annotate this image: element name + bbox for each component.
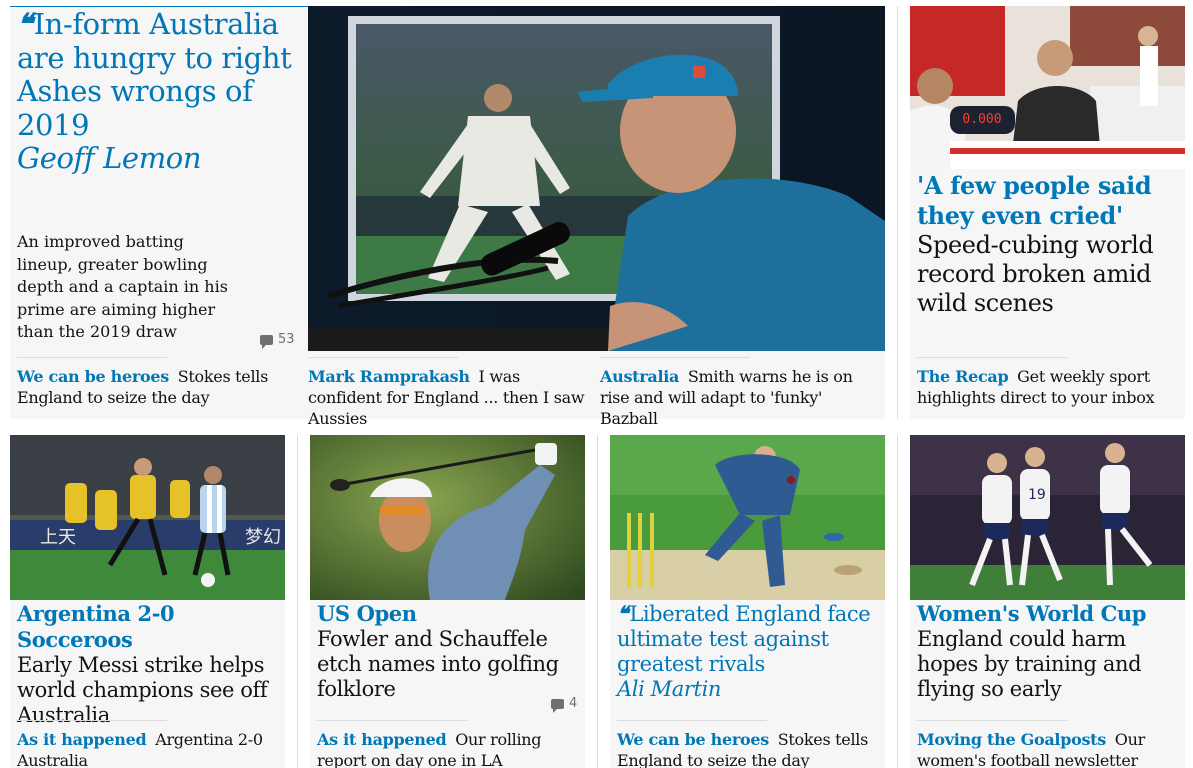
england-comment-byline[interactable]: Ali Martin — [617, 677, 721, 701]
related-kicker-1: We can be heroes — [17, 367, 169, 386]
lead-comment-number: 53 — [278, 332, 295, 347]
quote-icon: ❝ — [617, 601, 628, 626]
argentina-story-card[interactable]: 上天 梦幻 Argentina 2-0 Socceroos Early Mess… — [10, 435, 285, 768]
womens-world-cup-sub-kicker: Moving the Goalposts — [917, 730, 1106, 749]
womens-world-cup-headline[interactable]: Women's World Cup England could harm hop… — [917, 601, 1182, 702]
england-comment-headline[interactable]: ❝ Liberated England face ultimate test ag… — [617, 601, 882, 702]
lead-standfirst: An improved batting lineup, greater bowl… — [17, 232, 228, 341]
column-divider — [897, 6, 898, 419]
england-comment-headline-text: Liberated England face ultimate test aga… — [617, 602, 871, 676]
us-open-kicker: US Open — [317, 601, 417, 626]
column-divider — [597, 435, 598, 768]
womens-world-cup-kicker: Women's World Cup — [917, 601, 1147, 626]
quote-icon: ❝ — [17, 7, 33, 41]
related-link-1[interactable]: We can be heroes Stokes tells England to… — [17, 357, 287, 408]
cubing-sublink[interactable]: The Recap Get weekly sport highlights di… — [917, 357, 1182, 408]
cubing-kicker: 'A few people said they even cried' — [917, 171, 1152, 230]
lead-headline[interactable]: ❝ In-form Australia are hungry to right A… — [17, 7, 302, 176]
england-cricket-image[interactable] — [610, 435, 885, 600]
england-women-celebration-photo: 19 — [910, 435, 1185, 600]
related-kicker-2: Mark Ramprakash — [308, 367, 470, 386]
related-kicker-3: Australia — [600, 367, 680, 386]
us-open-sub-kicker: As it happened — [317, 730, 447, 749]
stokes-bowling-photo — [610, 435, 885, 600]
lead-headline-text: In-form Australia are hungry to right As… — [17, 7, 292, 142]
us-open-comment-count[interactable]: 4 — [551, 696, 578, 713]
us-open-image[interactable] — [310, 435, 585, 600]
argentina-headline-text: Early Messi strike helps world champions… — [17, 653, 268, 727]
england-comment-sub-kicker: We can be heroes — [617, 730, 769, 749]
lead-image[interactable] — [308, 6, 885, 351]
fowler-golf-photo — [310, 435, 585, 600]
column-divider — [297, 435, 298, 768]
us-open-headline-text: Fowler and Schauffele etch names into go… — [317, 627, 559, 701]
argentina-sub-kicker: As it happened — [17, 730, 147, 749]
england-comment-sublink[interactable]: We can be heroes Stokes tells England to… — [617, 720, 882, 768]
cubing-image[interactable]: 0.000 — [910, 6, 1185, 169]
womens-world-cup-sublink[interactable]: Moving the Goalposts Our women's footbal… — [917, 720, 1182, 768]
us-open-story-card[interactable]: US Open Fowler and Schauffele etch names… — [310, 435, 585, 768]
related-link-3[interactable]: Australia Smith warns he is on rise and … — [600, 357, 880, 429]
womens-world-cup-card[interactable]: 19 Women's World Cup England could harm … — [910, 435, 1185, 768]
womens-world-cup-headline-text: England could harm hopes by training and… — [917, 627, 1142, 701]
svg-text:上天: 上天 — [40, 527, 76, 548]
argentina-headline[interactable]: Argentina 2-0 Socceroos Early Messi stri… — [17, 601, 282, 728]
us-open-sublink[interactable]: As it happened Our rolling report on day… — [317, 720, 582, 768]
argentina-sublink[interactable]: As it happened Argentina 2-0 Australia — [17, 720, 282, 768]
comment-icon — [260, 334, 273, 349]
speed-cubing-photo: 0.000 — [910, 6, 1185, 169]
england-comment-card[interactable]: ❝ Liberated England face ultimate test ag… — [610, 435, 885, 768]
cube-timer-display: 0.000 — [962, 112, 1001, 127]
column-divider — [897, 435, 898, 768]
us-open-comment-number: 4 — [569, 696, 578, 711]
comment-icon — [551, 698, 564, 713]
lead-byline[interactable]: Geoff Lemon — [17, 141, 202, 175]
cubing-headline[interactable]: 'A few people said they even cried' Spee… — [917, 171, 1177, 318]
cummins-press-photo — [308, 6, 885, 351]
lionesses-image[interactable]: 19 — [910, 435, 1185, 600]
messi-football-photo: 上天 梦幻 — [10, 435, 285, 600]
svg-text:梦幻: 梦幻 — [245, 527, 281, 548]
argentina-kicker: Argentina 2-0 Socceroos — [17, 601, 175, 652]
related-link-2[interactable]: Mark Ramprakash I was confident for Engl… — [308, 357, 593, 429]
cubing-sub-kicker: The Recap — [917, 367, 1009, 386]
lead-comment-count[interactable]: 53 — [260, 332, 295, 349]
argentina-image[interactable]: 上天 梦幻 — [10, 435, 285, 600]
svg-text:19: 19 — [1028, 487, 1046, 503]
cubing-headline-text: Speed-cubing world record broken amid wi… — [917, 231, 1154, 317]
us-open-headline[interactable]: US Open Fowler and Schauffele etch names… — [317, 601, 582, 702]
